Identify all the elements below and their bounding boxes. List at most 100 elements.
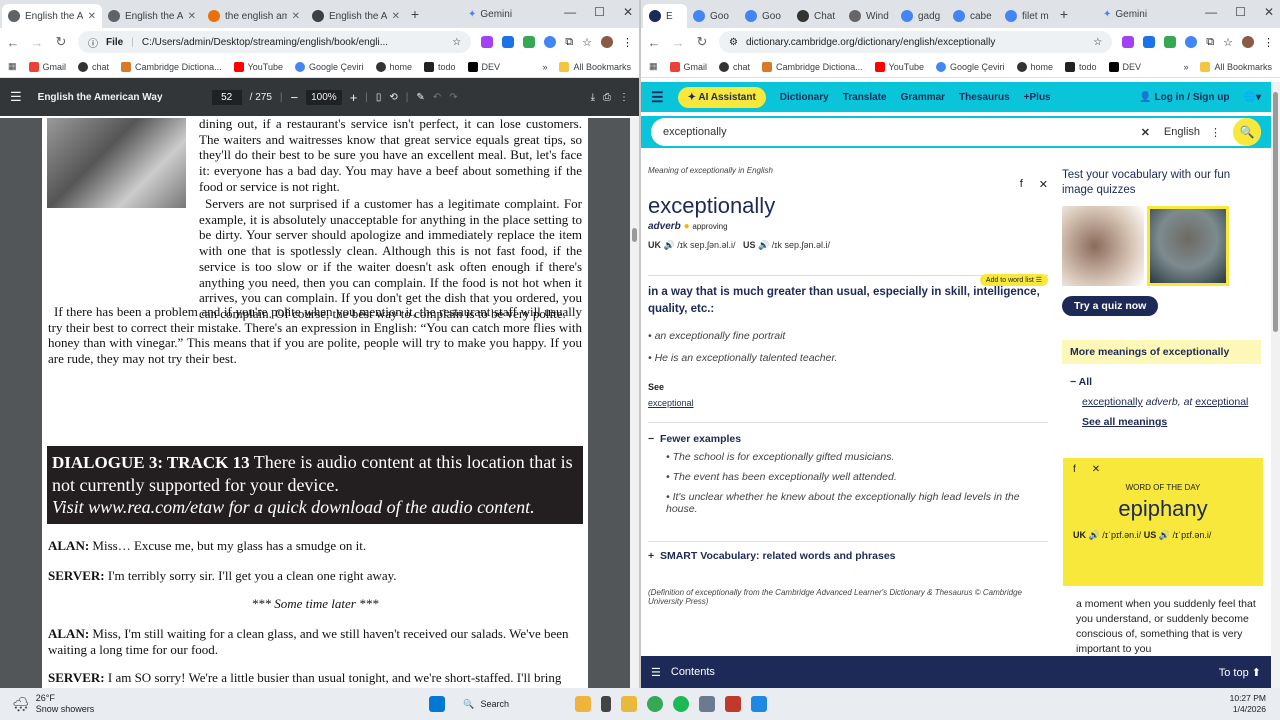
new-tab-button[interactable]: + — [406, 6, 424, 22]
bookmark-cambridge[interactable]: Cambridge Dictiona... — [121, 61, 222, 72]
dictionary-options-icon[interactable]: ⋮ — [1210, 126, 1221, 139]
extension-icon[interactable] — [1122, 36, 1135, 48]
clear-search-icon[interactable]: ✕ — [1141, 126, 1150, 139]
contents-menu-icon[interactable]: ☰ — [651, 666, 661, 679]
smart-vocabulary-toggle[interactable]: + SMART Vocabulary: related words and ph… — [648, 541, 1048, 562]
shield-icon[interactable] — [523, 36, 536, 48]
facebook-icon[interactable]: f — [1073, 464, 1076, 475]
tab-english-2[interactable]: English the Am✕ — [102, 4, 202, 28]
bookmark-chat[interactable]: chat — [78, 61, 109, 72]
fit-page-icon[interactable]: ▯ — [376, 92, 382, 103]
scroll-thumb[interactable] — [632, 228, 637, 242]
url-field[interactable]: ⚙ dictionary.cambridge.org/dictionary/eng… — [719, 31, 1113, 53]
star-icon[interactable]: ☆ — [452, 37, 461, 48]
puzzle-icon[interactable]: ⧉ — [1206, 36, 1214, 49]
apps-icon[interactable]: ▦ — [8, 61, 17, 72]
nav-grammar[interactable]: Grammar — [901, 92, 945, 103]
tab-filet[interactable]: filet m — [999, 4, 1055, 28]
tab-wind[interactable]: Wind — [843, 4, 895, 28]
chrome-icon[interactable] — [647, 696, 664, 712]
try-quiz-button[interactable]: Try a quiz now — [1062, 296, 1159, 316]
extension-icon[interactable] — [1143, 36, 1156, 48]
tab-google[interactable]: Goo — [687, 4, 739, 28]
minimize-button[interactable]: — — [564, 5, 576, 19]
shield-icon[interactable] — [1164, 36, 1177, 48]
bookmark-cambridge[interactable]: Cambridge Dictiona... — [762, 61, 863, 72]
pdf-scrollbar[interactable] — [630, 118, 639, 688]
nav-plus[interactable]: +Plus — [1024, 92, 1051, 103]
page-scrollbar[interactable] — [1271, 82, 1280, 688]
widgets-icon[interactable] — [575, 696, 592, 712]
close-tab-icon[interactable]: ✕ — [292, 11, 300, 22]
dictionary-select[interactable]: English — [1164, 126, 1200, 138]
facebook-icon[interactable]: f — [1020, 178, 1023, 191]
forward-button[interactable]: → — [671, 35, 685, 50]
tab-gadg[interactable]: gadg — [895, 4, 947, 28]
site-settings-icon[interactable]: ⚙ — [729, 37, 738, 48]
zoom-out-button[interactable]: − — [291, 90, 299, 105]
download-icon[interactable]: ⤓ — [591, 92, 595, 103]
more-bookmarks-icon[interactable]: » — [1183, 62, 1188, 72]
quiz-images[interactable] — [1062, 206, 1261, 286]
gemini-button[interactable]: ✦ Gemini — [1103, 9, 1147, 20]
meaning-link[interactable]: exceptional — [1195, 396, 1248, 408]
maximize-button[interactable]: ☐ — [594, 5, 605, 19]
zoom-level[interactable]: 100% — [306, 89, 342, 105]
bookmark-home[interactable]: home — [1016, 61, 1053, 72]
tab-english-3[interactable]: the english am ✕ — [202, 4, 306, 28]
close-tab-icon[interactable]: ✕ — [188, 11, 196, 22]
minimize-button[interactable]: — — [1205, 5, 1217, 19]
extension-icon[interactable] — [544, 36, 557, 48]
menu-icon[interactable]: ⋮ — [1263, 36, 1274, 49]
spotify-icon[interactable] — [673, 696, 690, 712]
meaning-link[interactable]: exceptionally — [1082, 396, 1143, 408]
word-of-the-day[interactable]: f ✕ WORD OF THE DAY epiphany UK 🔊 /ɪˈpɪf.… — [1063, 458, 1263, 586]
pdf-viewer[interactable]: dining out, if a restaurant's service is… — [0, 118, 639, 688]
extension-icon[interactable] — [502, 36, 515, 48]
uk-audio-icon[interactable]: 🔊 — [664, 240, 675, 250]
tab-english-4[interactable]: English the Am✕ — [306, 4, 406, 28]
task-view-icon[interactable] — [601, 696, 612, 712]
tab-english-1[interactable]: English the Am✕ — [2, 4, 102, 28]
bookmark-star-icon[interactable]: ☆ — [582, 36, 592, 49]
site-menu-icon[interactable]: ☰ — [651, 89, 664, 106]
us-audio-icon[interactable]: 🔊 — [1159, 530, 1170, 540]
annotate-icon[interactable]: ✎ — [416, 92, 424, 103]
more-bookmarks-icon[interactable]: » — [542, 62, 547, 72]
to-top-link[interactable]: To top ⬆ — [1219, 666, 1261, 679]
bookmark-gmail[interactable]: Gmail — [669, 61, 707, 72]
bookmark-youtube[interactable]: YouTube — [874, 61, 924, 72]
avatar[interactable] — [1242, 36, 1254, 48]
bookmark-home[interactable]: home — [375, 61, 412, 72]
extension-icon[interactable] — [481, 36, 494, 48]
bookmark-google-ceviri[interactable]: Google Çeviri — [294, 61, 364, 72]
uk-audio-icon[interactable]: 🔊 — [1089, 530, 1100, 540]
undo-icon[interactable]: ↶ — [433, 92, 441, 103]
bookmark-todo[interactable]: todo — [424, 61, 456, 72]
login-link[interactable]: 👤 Log in / Sign up — [1139, 92, 1229, 103]
back-button[interactable]: ← — [647, 35, 661, 50]
print-icon[interactable]: ⎙ — [603, 92, 611, 103]
star-icon[interactable]: ☆ — [1093, 37, 1102, 48]
extension-icon[interactable] — [1185, 36, 1198, 48]
ai-assistant-button[interactable]: ✦ AI Assistant — [677, 86, 766, 108]
apps-icon[interactable]: ▦ — [649, 61, 658, 72]
pdf-menu-icon[interactable]: ⋮ — [619, 92, 629, 103]
file-explorer-icon[interactable] — [621, 696, 638, 712]
all-meanings-toggle[interactable]: − All — [1062, 376, 1261, 388]
taskbar-search[interactable]: 🔍 Search — [455, 693, 565, 715]
all-bookmarks[interactable]: All Bookmarks — [559, 61, 631, 72]
new-tab-button[interactable]: + — [1055, 6, 1073, 22]
clock[interactable]: 10:27 PM 1/4/2026 — [1230, 693, 1266, 715]
app-icon[interactable] — [725, 696, 742, 712]
bookmark-chat[interactable]: chat — [719, 61, 750, 72]
close-window-button[interactable]: ✕ — [1264, 5, 1274, 19]
page-number-input[interactable]: 52 — [211, 89, 242, 105]
bookmark-gmail[interactable]: Gmail — [28, 61, 66, 72]
nav-dictionary[interactable]: Dictionary — [780, 92, 829, 103]
maximize-button[interactable]: ☐ — [1235, 5, 1246, 19]
tab-cabe[interactable]: cabe — [947, 4, 999, 28]
tab-chat[interactable]: Chat — [791, 4, 843, 28]
url-field[interactable]: ⓘ File | C:/Users/admin/Desktop/streaming/e… — [78, 31, 472, 53]
rotate-icon[interactable]: ⟲ — [389, 92, 397, 103]
